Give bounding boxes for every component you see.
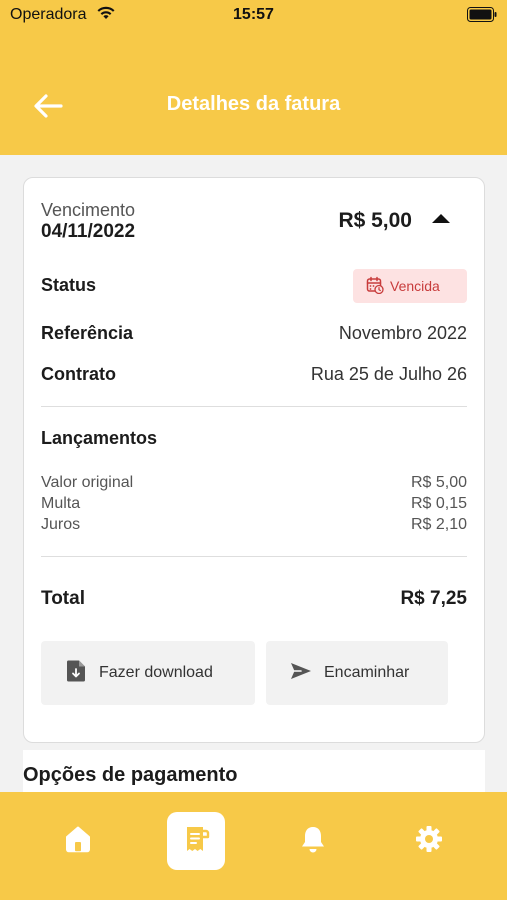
tab-home[interactable] (49, 812, 107, 870)
clock-time: 15:57 (233, 6, 274, 23)
home-icon (63, 825, 93, 858)
total-label: Total (41, 588, 85, 609)
invoice-icon (181, 824, 211, 859)
forward-button-label: Encaminhar (324, 664, 410, 681)
invoice-card: Vencimento 04/11/2022 R$ 5,00 Status Ven… (23, 177, 485, 743)
tab-invoices[interactable] (167, 812, 225, 870)
download-file-icon (65, 659, 87, 688)
status-badge-label: Vencida (390, 278, 440, 294)
entry-label: Multa (41, 495, 81, 512)
contract-value: Rua 25 de Julho 26 (310, 364, 467, 384)
entry-value: R$ 0,15 (410, 495, 467, 512)
entry-value: R$ 5,00 (410, 474, 467, 491)
status-badge: Vencida (353, 269, 467, 303)
reference-value: Novembro 2022 (338, 323, 467, 343)
battery-icon (467, 7, 497, 27)
status-bar: Operadora 15:57 (0, 0, 507, 30)
bell-icon (299, 824, 327, 859)
collapse-caret-icon[interactable] (432, 214, 450, 223)
tab-notifications[interactable] (284, 812, 342, 870)
status-label: Status (41, 275, 97, 295)
reference-label: Referência (41, 323, 134, 343)
contract-label: Contrato (41, 364, 116, 384)
due-date: 04/11/2022 (41, 221, 136, 242)
invoice-amount: R$ 5,00 (338, 209, 412, 232)
download-button[interactable]: Fazer download (41, 641, 255, 705)
divider (41, 406, 467, 407)
entry-label: Juros (41, 516, 81, 533)
send-icon (290, 661, 312, 686)
download-button-label: Fazer download (99, 664, 213, 681)
app-header: Operadora 15:57 Detalhes da fatura (0, 0, 507, 155)
payment-options-title: Opções de pagamento (23, 764, 238, 786)
divider (41, 556, 467, 557)
forward-button[interactable]: Encaminhar (266, 641, 448, 705)
entries-title: Lançamentos (41, 428, 158, 448)
bottom-tab-bar (0, 792, 507, 900)
due-label: Vencimento (41, 200, 136, 220)
entry-label: Valor original (41, 474, 134, 491)
gear-icon (414, 824, 444, 859)
calendar-overdue-icon (366, 276, 384, 297)
page-title: Detalhes da fatura (166, 93, 341, 115)
tab-settings[interactable] (400, 812, 458, 870)
entry-value: R$ 2,10 (410, 516, 467, 533)
total-value: R$ 7,25 (400, 588, 467, 609)
